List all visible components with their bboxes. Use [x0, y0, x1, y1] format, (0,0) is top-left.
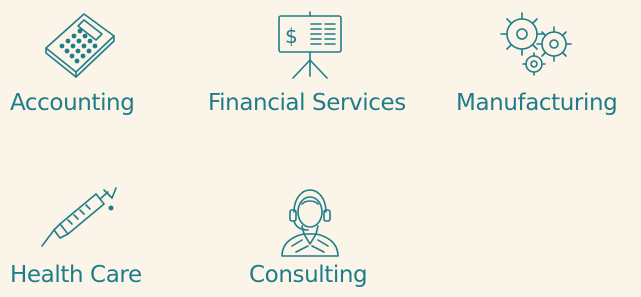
industries-grid: Accounting $ Financial Services Manufact…: [0, 0, 641, 297]
svg-text:$: $: [285, 24, 298, 48]
industry-label-manufacturing: Manufacturing: [456, 90, 618, 116]
industry-label-financial-services: Financial Services: [208, 90, 406, 116]
gears-icon: [496, 8, 580, 80]
industry-label-health-care: Health Care: [10, 262, 142, 288]
industry-label-consulting: Consulting: [249, 262, 368, 288]
calculator-icon: [40, 10, 120, 78]
syringe-icon: [38, 184, 118, 250]
industry-label-accounting: Accounting: [10, 90, 135, 116]
presentation-board-icon: $: [275, 10, 345, 80]
headset-agent-icon: [272, 182, 348, 258]
